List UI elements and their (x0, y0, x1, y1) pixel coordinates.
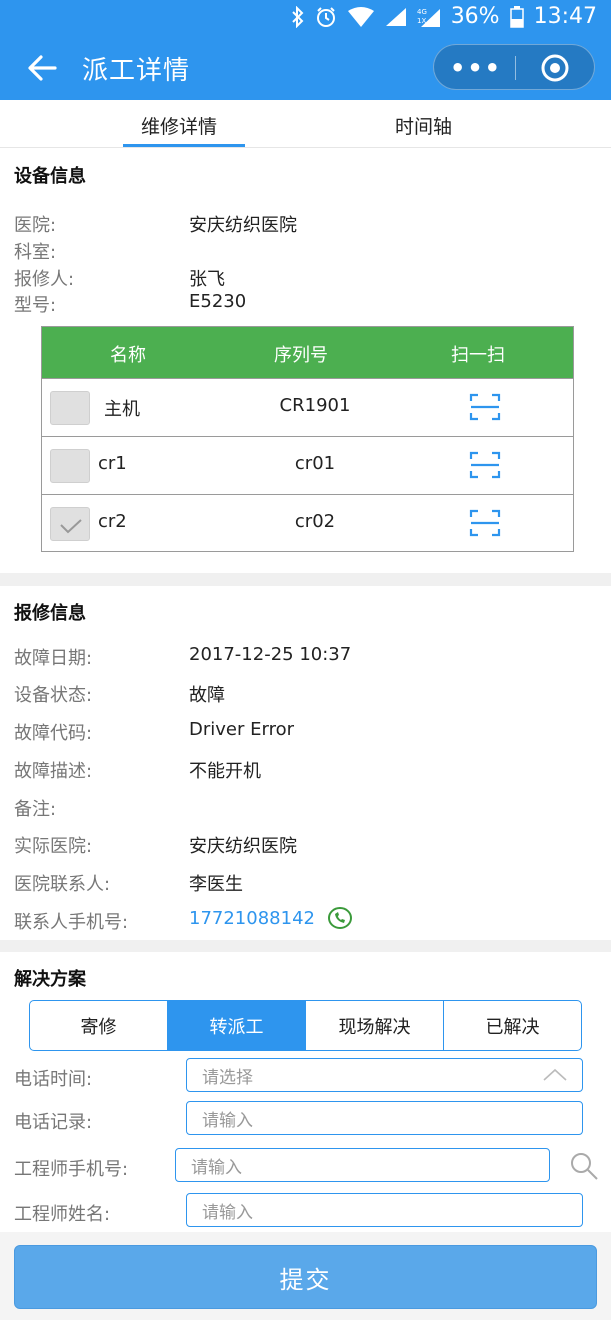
tab-active-indicator (123, 144, 245, 147)
engineer-phone-input[interactable]: 请输入 (175, 1148, 550, 1182)
fault-code-label: 故障代码: (14, 723, 93, 744)
status-bar: 4G 1X 36% 13:47 (0, 0, 611, 36)
row-name: cr2 (98, 511, 127, 532)
contact-phone-label: 联系人手机号: (14, 912, 129, 933)
row-name: 主机 (104, 399, 140, 420)
table-header: 名称 序列号 扫一扫 (42, 327, 573, 378)
battery-icon (509, 5, 524, 28)
engineer-name-label: 工程师姓名: (14, 1204, 111, 1225)
navigation-bar: 派工详情 ••• (0, 36, 611, 100)
row-checkbox-checked[interactable] (50, 507, 90, 541)
column-header-scan: 扫一扫 (451, 345, 505, 366)
call-record-input[interactable]: 请输入 (186, 1101, 583, 1135)
contact-phone-link[interactable]: 17721088142 (189, 908, 315, 929)
row-checkbox[interactable] (50, 449, 90, 483)
back-arrow-icon[interactable] (22, 48, 62, 88)
table-row: cr2 cr02 (42, 494, 573, 552)
tab-repair-details[interactable]: 维修详情 (141, 112, 217, 139)
actual-hospital-label: 实际医院: (14, 836, 93, 857)
device-status-value: 故障 (189, 685, 225, 706)
row-name: cr1 (98, 453, 127, 474)
call-record-label: 电话记录: (14, 1112, 93, 1133)
solution-title: 解决方案 (14, 969, 86, 990)
row-checkbox[interactable] (50, 391, 90, 425)
close-target-icon[interactable] (540, 53, 570, 83)
chevron-up-icon (542, 1067, 568, 1088)
reporter-label: 报修人: (14, 269, 75, 290)
call-time-placeholder: 请选择 (202, 1067, 253, 1088)
mini-program-capsule: ••• (433, 44, 595, 90)
call-record-placeholder: 请输入 (202, 1110, 253, 1131)
scan-icon[interactable] (469, 450, 501, 480)
row-serial: cr01 (294, 453, 336, 474)
tab-bar: 维修详情 时间轴 (0, 100, 611, 148)
model-label: 型号: (14, 295, 57, 316)
hospital-value: 安庆纺织医院 (189, 215, 297, 236)
capsule-divider (515, 56, 516, 80)
solution-segmented-control: 寄修 转派工 现场解决 已解决 (29, 1000, 582, 1051)
reporter-value: 张飞 (189, 269, 225, 290)
scan-icon[interactable] (469, 392, 501, 422)
column-header-serial: 序列号 (274, 345, 328, 366)
table-row: 主机 CR1901 (42, 378, 573, 436)
engineer-name-placeholder: 请输入 (202, 1202, 253, 1223)
remark-label: 备注: (14, 799, 57, 820)
clock-time: 13:47 (533, 4, 597, 29)
battery-percent: 36% (450, 4, 500, 29)
svg-text:1X: 1X (417, 17, 426, 25)
fault-date-label: 故障日期: (14, 648, 93, 669)
equipment-table: 名称 序列号 扫一扫 主机 CR1901 cr1 cr01 cr2 cr02 (41, 326, 574, 552)
bluetooth-icon (291, 5, 305, 28)
call-time-picker[interactable]: 请选择 (186, 1058, 583, 1092)
alarm-icon (315, 6, 337, 28)
option-onsite-resolve[interactable]: 现场解决 (306, 1001, 444, 1050)
device-info-title: 设备信息 (14, 166, 86, 187)
option-reassign[interactable]: 转派工 (168, 1001, 306, 1050)
more-menu-button[interactable]: ••• (450, 54, 500, 82)
table-row: cr1 cr01 (42, 436, 573, 494)
engineer-phone-label: 工程师手机号: (14, 1159, 129, 1180)
repair-info-title: 报修信息 (14, 603, 86, 624)
phone-call-icon[interactable] (327, 906, 353, 930)
row-serial: cr02 (294, 511, 336, 532)
tab-timeline[interactable]: 时间轴 (395, 112, 452, 139)
search-icon[interactable] (569, 1151, 599, 1181)
scan-icon[interactable] (469, 508, 501, 538)
wifi-icon (347, 6, 375, 28)
department-label: 科室: (14, 242, 57, 263)
fault-description-label: 故障描述: (14, 761, 93, 782)
submit-button[interactable]: 提交 (14, 1245, 597, 1309)
option-resolved[interactable]: 已解决 (444, 1001, 581, 1050)
page-title: 派工详情 (82, 56, 191, 86)
call-time-label: 电话时间: (14, 1069, 93, 1090)
actual-hospital-value: 安庆纺织医院 (189, 836, 297, 857)
column-header-name: 名称 (110, 345, 146, 366)
section-divider (0, 573, 611, 586)
hospital-label: 医院: (14, 215, 57, 236)
signal-4g-icon: 4G 1X (417, 6, 441, 28)
signal-icon (385, 7, 407, 27)
option-mail-repair[interactable]: 寄修 (30, 1001, 168, 1050)
section-divider (0, 940, 611, 952)
checkmark-icon (60, 519, 82, 534)
fault-date-value: 2017-12-25 10:37 (189, 644, 352, 665)
device-status-label: 设备状态: (14, 685, 93, 706)
row-serial: CR1901 (279, 395, 351, 416)
hospital-contact-value: 李医生 (189, 874, 243, 895)
fault-description-value: 不能开机 (189, 761, 261, 782)
svg-text:4G: 4G (417, 8, 427, 16)
fault-code-value: Driver Error (189, 719, 294, 740)
engineer-name-input[interactable]: 请输入 (186, 1193, 583, 1227)
hospital-contact-label: 医院联系人: (14, 874, 111, 895)
model-value: E5230 (189, 291, 247, 312)
engineer-phone-placeholder: 请输入 (191, 1157, 242, 1178)
